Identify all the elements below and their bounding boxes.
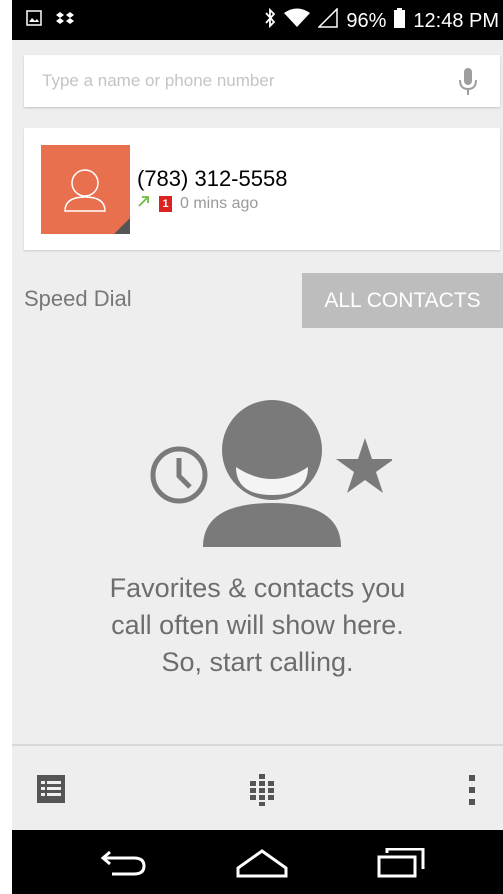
overflow-menu-icon[interactable]: [467, 774, 477, 811]
battery-percent: 96%: [346, 9, 387, 32]
home-icon[interactable]: [235, 848, 289, 883]
star-icon: [336, 438, 392, 493]
bottom-action-bar: [12, 744, 503, 830]
dialer-screen: 96% 12:48 PM (783) 312-5558: [12, 0, 503, 894]
empty-favorites-illustration: [150, 400, 392, 547]
photo-corner: [114, 218, 130, 234]
person-icon: [203, 400, 341, 547]
wifi-icon: [284, 8, 311, 34]
status-right: 96% 12:48 PM: [264, 7, 499, 34]
navigation-bar: [12, 830, 503, 894]
battery-icon: [394, 8, 406, 34]
status-bar: 96% 12:48 PM: [12, 0, 503, 40]
microphone-icon[interactable]: [456, 67, 480, 97]
speed-dial-label: Speed Dial: [24, 286, 132, 311]
clock-icon: [150, 446, 208, 504]
recents-icon[interactable]: [377, 847, 425, 883]
search-box: [24, 55, 500, 107]
signal-icon: [317, 7, 339, 34]
clock: 12:48 PM: [413, 9, 499, 32]
dialpad-icon[interactable]: [248, 774, 276, 811]
call-meta: 1 0 mins ago: [137, 194, 258, 213]
call-count-badge: 1: [159, 195, 172, 212]
empty-state-line-1: Favorites & contacts you: [109, 573, 406, 603]
back-icon[interactable]: [100, 848, 148, 881]
search-input[interactable]: [42, 55, 422, 107]
call-log-icon[interactable]: [36, 774, 66, 809]
status-left: [26, 10, 74, 31]
outgoing-call-icon: [137, 194, 151, 213]
dropbox-icon: [56, 11, 74, 30]
recent-call-card[interactable]: (783) 312-5558 1 0 mins ago: [24, 128, 500, 250]
call-number: (783) 312-5558: [137, 166, 288, 191]
empty-state-line-3: So, start calling.: [161, 647, 354, 677]
all-contacts-button[interactable]: ALL CONTACTS: [302, 273, 503, 328]
empty-state-message: Favorites & contacts you call often will…: [12, 570, 503, 681]
empty-state-line-2: call often will show here.: [111, 610, 404, 640]
image-icon: [26, 10, 42, 31]
call-time-ago: 0 mins ago: [180, 194, 259, 212]
bluetooth-icon: [264, 7, 276, 34]
contact-photo[interactable]: [41, 145, 130, 234]
